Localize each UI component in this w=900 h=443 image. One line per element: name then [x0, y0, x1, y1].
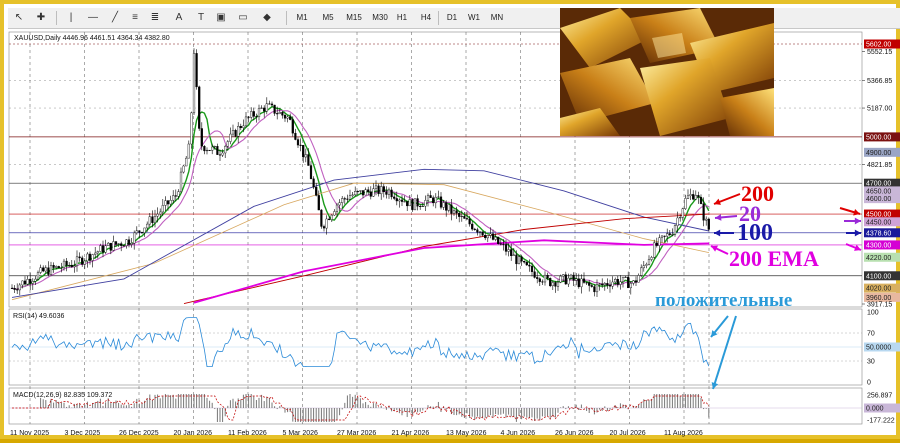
rsi-tick: 30 [867, 359, 875, 366]
rsi-arrow [710, 315, 729, 338]
date-tick: 20 Jul 2026 [610, 430, 646, 437]
date-tick: 26 Dec 2025 [119, 430, 159, 437]
price-tick: 4020.00 [864, 283, 900, 293]
svg-text:5602.00: 5602.00 [866, 42, 891, 49]
macd-tick: 256.897 [867, 393, 892, 400]
macd-tick: -177.222 [867, 418, 895, 425]
gold-bars-image [560, 8, 774, 136]
date-tick: 5 Mar 2026 [283, 430, 319, 437]
svg-text:5366.85: 5366.85 [867, 78, 892, 85]
svg-text:4821.85: 4821.85 [867, 162, 892, 169]
rsi-value-box: 50.0000 [866, 345, 891, 352]
price-tick: 4100.00 [864, 271, 900, 281]
chart-header: XAUUSD,Daily 4446.96 4461.51 4364.34 438… [14, 35, 170, 42]
date-tick: 27 Mar 2026 [337, 430, 376, 437]
date-tick: 3 Dec 2025 [65, 430, 101, 437]
svg-text:4900.00: 4900.00 [866, 150, 891, 157]
svg-text:4600.00: 4600.00 [866, 196, 891, 203]
svg-text:4100.00: 4100.00 [866, 273, 891, 280]
ma200-line [183, 213, 710, 305]
rsi-label: RSI(14) 49.6036 [13, 313, 64, 320]
ema200-line [193, 239, 710, 304]
svg-text:4378.60: 4378.60 [866, 230, 891, 237]
ma100-annotation: 100 [737, 220, 773, 246]
price-tick: 4220.00 [864, 252, 900, 262]
date-tick: 21 Apr 2026 [392, 430, 430, 437]
price-tick: 4650.00 [864, 186, 900, 196]
svg-text:5187.00: 5187.00 [867, 106, 892, 113]
price-tick: 4378.60 [864, 228, 900, 238]
price-tick: 5000.00 [864, 132, 900, 142]
date-tick: 13 May 2026 [446, 430, 487, 437]
terminal-window: ↖ ✚ | — ╱ ≡ ≣ A T ▣ ▭ ◆ M1 M5 M15 M30 H1… [0, 0, 900, 439]
date-tick: 20 Jan 2026 [174, 430, 213, 437]
price-tick: 5602.00 [864, 39, 900, 49]
svg-text:5000.00: 5000.00 [866, 134, 891, 141]
price-tick: 5366.85 [862, 78, 892, 85]
svg-text:4450.00: 4450.00 [866, 219, 891, 226]
svg-text:3917.15: 3917.15 [867, 302, 892, 309]
price-tick: 5552.15 [862, 49, 892, 56]
price-tick: 4821.85 [862, 162, 892, 169]
ema200-annotation: 200 EMA [729, 246, 819, 271]
ma200-arrow [713, 193, 741, 205]
macd-arrow [711, 315, 737, 390]
svg-text:5552.15: 5552.15 [867, 49, 892, 56]
price-tick: 4900.00 [864, 147, 900, 157]
edge-arrow-20 [844, 217, 861, 225]
price-tick: 5187.00 [862, 106, 892, 113]
rsi-tick: 70 [867, 331, 875, 338]
price-tick: 3917.15 [862, 302, 892, 309]
price-tick: 4700.00 [864, 178, 900, 188]
ma100-arrow-left [714, 229, 734, 237]
date-tick: 11 Nov 2025 [10, 430, 49, 437]
rsi-tick: 0 [867, 380, 871, 387]
price-tick: 4300.00 [864, 240, 900, 250]
macd-label: MACD(12,26,9) 82.835 109.372 [13, 392, 112, 399]
ema200-arrow [710, 245, 729, 255]
rsi-line [11, 317, 710, 368]
date-tick: 11 Aug 2026 [664, 430, 703, 437]
positive-annotation: положительные [655, 290, 792, 311]
rsi-tick: 100 [867, 310, 879, 317]
ma20-arrow [714, 214, 738, 221]
price-tick: 4450.00 [864, 217, 900, 227]
svg-text:4220.00: 4220.00 [866, 255, 891, 262]
edge-arrow-100 [846, 229, 861, 237]
price-tick: 4600.00 [864, 194, 900, 204]
price-tick: 4500.00 [864, 209, 900, 219]
date-tick: 26 Jun 2026 [555, 430, 594, 437]
macd-tick: 0.000 [866, 406, 884, 413]
ma100-line [11, 168, 710, 298]
date-tick: 4 Jun 2026 [501, 430, 536, 437]
svg-text:4300.00: 4300.00 [866, 242, 891, 249]
date-tick: 11 Feb 2026 [228, 430, 267, 437]
svg-text:4020.00: 4020.00 [866, 286, 891, 293]
